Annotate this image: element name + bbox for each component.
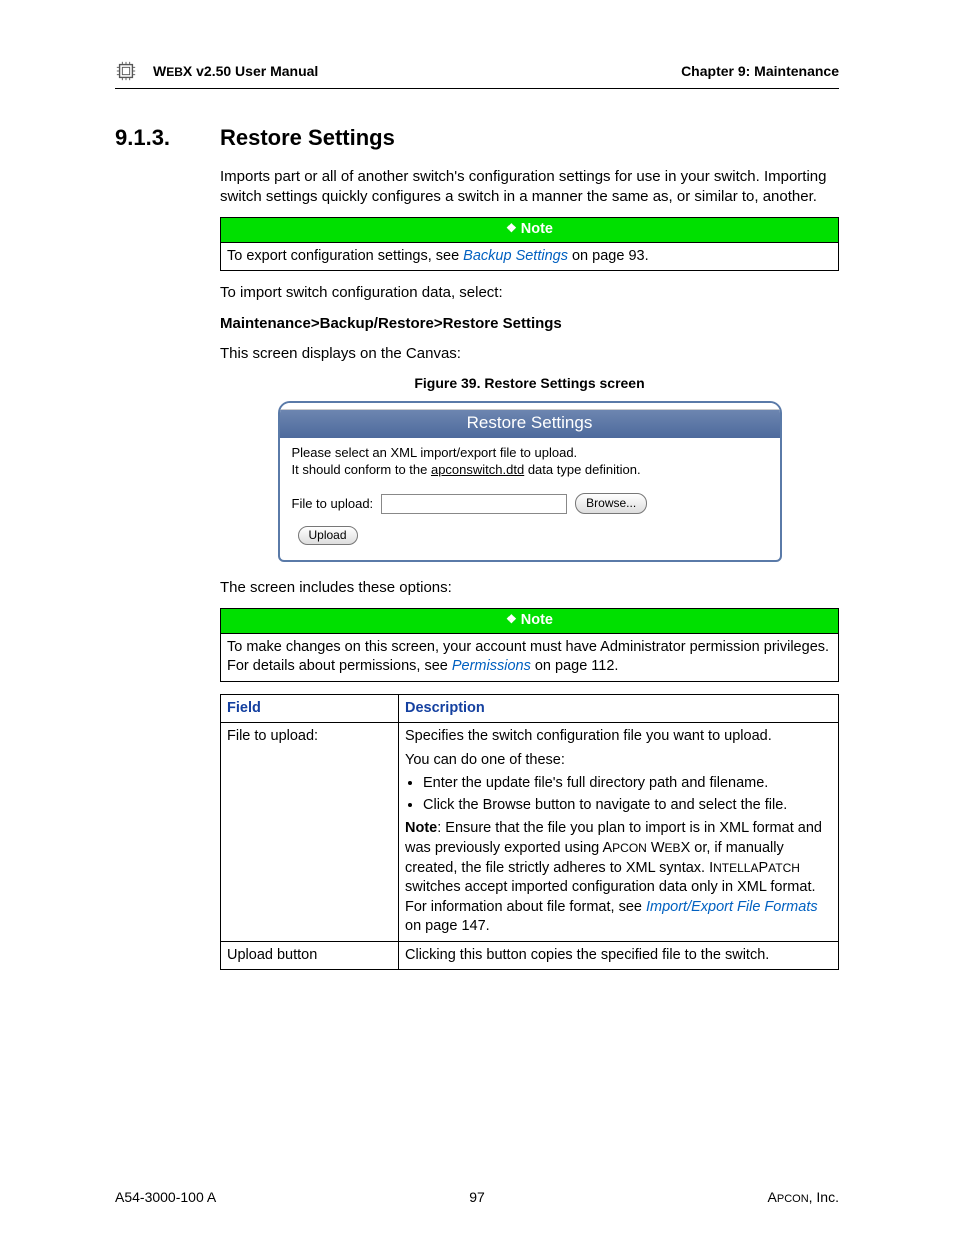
- permissions-link[interactable]: Permissions: [452, 658, 531, 674]
- col-header-description: Description: [399, 694, 839, 723]
- section-number: 9.1.3.: [115, 123, 220, 153]
- table-row: Upload button Clicking this button copie…: [221, 941, 839, 970]
- note-header: ❖Note: [221, 608, 839, 633]
- note-box-1: ❖Note To export configuration settings, …: [220, 217, 839, 271]
- note-body: To make changes on this screen, your acc…: [221, 633, 839, 681]
- field-description: Clicking this button copies the specifie…: [399, 941, 839, 970]
- field-name: Upload button: [221, 941, 399, 970]
- list-item: Enter the update file's full directory p…: [423, 774, 832, 794]
- note-box-2: ❖Note To make changes on this screen, yo…: [220, 608, 839, 682]
- panel-instruction-2: It should conform to the apconswitch.dtd…: [292, 461, 768, 479]
- file-upload-label: File to upload:: [292, 495, 374, 513]
- footer-page-number: 97: [115, 1188, 839, 1207]
- canvas-line: This screen displays on the Canvas:: [220, 344, 839, 364]
- col-header-field: Field: [221, 694, 399, 723]
- browse-button[interactable]: Browse...: [575, 493, 647, 514]
- note-header: ❖Note: [221, 218, 839, 243]
- page-header: WEBX v2.50 User Manual Chapter 9: Mainte…: [115, 60, 839, 89]
- section-title: Restore Settings: [220, 123, 395, 153]
- import-line: To import switch configuration data, sel…: [220, 283, 839, 303]
- panel-instruction-1: Please select an XML import/export file …: [292, 444, 768, 462]
- intro-paragraph: Imports part or all of another switch's …: [220, 167, 839, 208]
- field-description: Specifies the switch configuration file …: [399, 723, 839, 942]
- screenshot-panel: Restore Settings Please select an XML im…: [278, 401, 782, 562]
- chip-icon: [115, 60, 137, 82]
- list-item: Click the Browse button to navigate to a…: [423, 796, 832, 816]
- figure-caption: Figure 39. Restore Settings screen: [220, 374, 839, 393]
- backup-settings-link[interactable]: Backup Settings: [463, 248, 568, 264]
- section-heading: 9.1.3. Restore Settings: [115, 123, 839, 153]
- chapter-label: Chapter 9: Maintenance: [681, 62, 839, 81]
- table-row: File to upload: Specifies the switch con…: [221, 723, 839, 942]
- import-export-formats-link[interactable]: Import/Export File Formats: [646, 899, 818, 915]
- field-name: File to upload:: [221, 723, 399, 942]
- options-intro: The screen includes these options:: [220, 578, 839, 598]
- file-upload-input[interactable]: [381, 494, 567, 514]
- page-footer: A54-3000-100 A 97 APCON, Inc.: [115, 1188, 839, 1207]
- panel-title: Restore Settings: [280, 410, 780, 438]
- upload-button[interactable]: Upload: [298, 526, 358, 545]
- manual-title: WEBX v2.50 User Manual: [153, 62, 318, 81]
- breadcrumb-path: Maintenance>Backup/Restore>Restore Setti…: [220, 314, 839, 334]
- note-body: To export configuration settings, see Ba…: [221, 242, 839, 271]
- field-table: Field Description File to upload: Specif…: [220, 694, 839, 971]
